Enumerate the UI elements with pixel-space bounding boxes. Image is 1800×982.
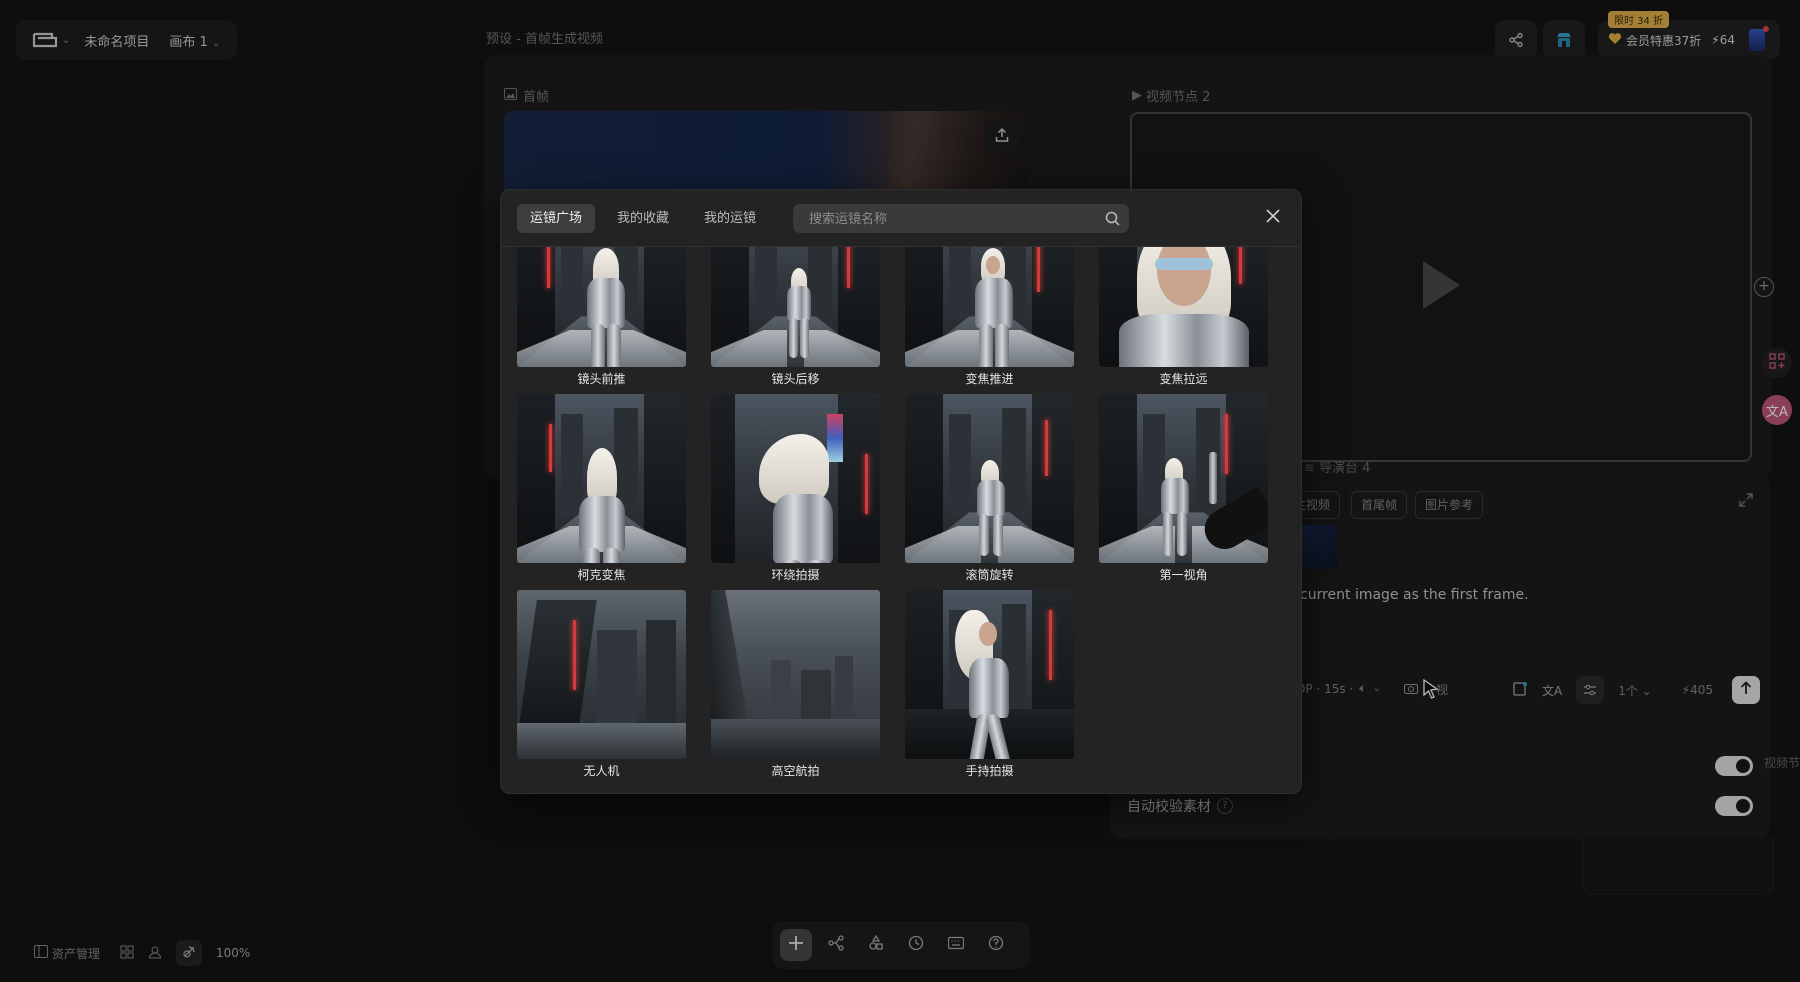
tab-my-favorites[interactable]: 我的收藏 <box>604 204 682 233</box>
camera-move-card[interactable]: 第一视角 <box>1099 394 1268 583</box>
camera-move-modal: 运镜广场 我的收藏 我的运镜 镜头前推 <box>500 189 1302 794</box>
camera-move-label: 柯克变焦 <box>577 568 626 582</box>
camera-move-card[interactable]: 手持拍摄 <box>905 590 1074 779</box>
camera-move-grid: 镜头前推 镜头后移 变焦推进 变焦拉远 柯克变焦 环绕拍摄 滚筒旋转 第一视角 … <box>501 247 1301 793</box>
camera-move-label: 环绕拍摄 <box>771 568 820 582</box>
camera-move-label: 手持拍摄 <box>965 764 1014 778</box>
camera-move-thumbnail <box>905 247 1074 367</box>
camera-move-thumbnail <box>711 590 880 759</box>
camera-move-thumbnail <box>1099 247 1268 367</box>
camera-move-label: 镜头前推 <box>577 372 626 386</box>
camera-move-thumbnail <box>905 394 1074 563</box>
tab-camera-square[interactable]: 运镜广场 <box>517 204 596 233</box>
camera-move-thumbnail <box>1099 394 1268 563</box>
camera-move-card[interactable]: 无人机 <box>517 590 686 779</box>
camera-move-thumbnail <box>517 394 686 563</box>
close-icon <box>1266 209 1280 227</box>
camera-move-label: 变焦拉远 <box>1159 372 1208 386</box>
camera-move-card[interactable]: 环绕拍摄 <box>711 394 880 583</box>
camera-move-card[interactable]: 镜头前推 <box>517 247 686 387</box>
camera-move-thumbnail <box>711 247 880 367</box>
camera-move-card[interactable]: 滚筒旋转 <box>905 394 1074 583</box>
camera-move-label: 滚筒旋转 <box>965 568 1014 582</box>
camera-move-thumbnail <box>905 590 1074 759</box>
camera-move-card[interactable]: 高空航拍 <box>711 590 880 779</box>
close-button[interactable] <box>1261 206 1285 230</box>
search-box[interactable] <box>793 204 1129 235</box>
camera-move-card[interactable]: 镜头后移 <box>711 247 880 387</box>
camera-move-thumbnail <box>517 247 686 367</box>
camera-move-thumbnail <box>517 590 686 759</box>
search-input[interactable] <box>793 204 1101 235</box>
search-icon[interactable] <box>1105 211 1120 230</box>
modal-header: 运镜广场 我的收藏 我的运镜 <box>501 190 1301 247</box>
camera-move-thumbnail <box>711 394 880 563</box>
camera-move-label: 第一视角 <box>1159 568 1208 582</box>
camera-move-label: 镜头后移 <box>771 372 820 386</box>
tab-my-camera-moves[interactable]: 我的运镜 <box>691 204 769 233</box>
camera-move-label: 变焦推进 <box>965 372 1014 386</box>
camera-move-card[interactable]: 变焦拉远 <box>1099 247 1268 387</box>
camera-move-label: 无人机 <box>583 764 620 778</box>
camera-move-card[interactable]: 柯克变焦 <box>517 394 686 583</box>
camera-move-card[interactable]: 变焦推进 <box>905 247 1074 387</box>
camera-move-label: 高空航拍 <box>771 764 820 778</box>
